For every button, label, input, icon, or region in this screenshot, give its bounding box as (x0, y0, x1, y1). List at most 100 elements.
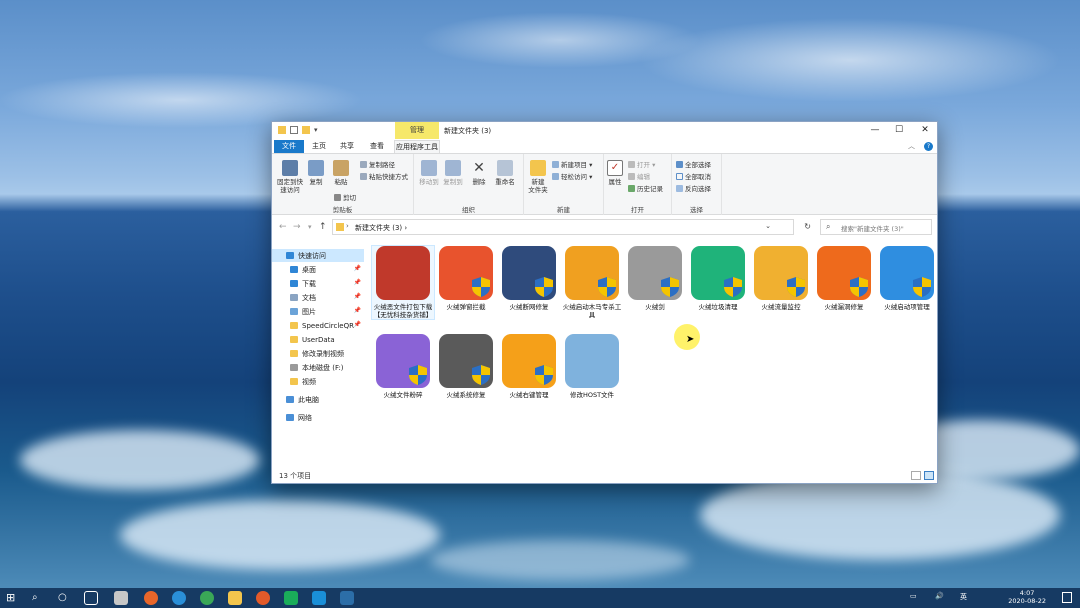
file-item[interactable]: 火绒右键管理 (498, 334, 560, 399)
pin-quick-access-button[interactable]: 固定到快 速访问 (275, 160, 305, 194)
task-view-icon[interactable] (84, 591, 98, 605)
maximize-button[interactable]: ☐ (886, 122, 912, 139)
file-item[interactable]: 火绒弹窗拦截 (435, 246, 497, 311)
input-language[interactable]: 英 (960, 592, 967, 602)
invert-icon (676, 184, 683, 192)
windows-start-icon[interactable]: ⊞ (6, 591, 20, 605)
up-arrow-icon[interactable]: ↑ (319, 222, 327, 232)
address-dropdown-icon[interactable]: ⌄ (765, 222, 771, 230)
properties-icon[interactable] (290, 126, 298, 134)
nav-item-videos[interactable]: 视频 (272, 375, 364, 388)
select-none-button[interactable]: 全部取消 (676, 171, 711, 181)
properties-label: 属性 (608, 178, 622, 186)
tab-file[interactable]: 文件 (274, 140, 304, 153)
wechat-icon[interactable] (284, 591, 298, 605)
nav-item-local-disk-f[interactable]: 本地磁盘 (F:) (272, 361, 364, 374)
search-icon: ⌕ (826, 222, 831, 231)
properties-button[interactable]: ✓ 属性 (606, 160, 624, 186)
select-all-icon (676, 160, 683, 168)
nav-item-documents[interactable]: 文档 📌 (272, 291, 364, 304)
edit-button[interactable]: 编辑 (628, 171, 650, 181)
large-icons-view-icon[interactable] (924, 471, 934, 480)
easy-access-icon (552, 172, 559, 180)
chevron-down-icon[interactable]: ▾ (314, 126, 318, 134)
address-bar[interactable]: › 新建文件夹 (3) › ⌄ ↻ (332, 219, 811, 235)
nav-item-speedcircleqr[interactable]: SpeedCircleQR 📌 (272, 319, 364, 332)
copy-icon (308, 160, 324, 176)
network-icon[interactable]: ▭ (910, 592, 917, 600)
easy-access-button[interactable]: 轻松访问 ▾ (552, 171, 592, 181)
cut-button[interactable]: 剪切 (334, 192, 356, 202)
history-button[interactable]: 历史记录 (628, 183, 663, 193)
chrome-icon[interactable] (200, 591, 214, 605)
nav-item-userdata[interactable]: UserData (272, 333, 364, 346)
file-label: 火绒断网修复 (509, 303, 549, 311)
chevron-up-icon[interactable]: ︿ (908, 141, 915, 151)
clock[interactable]: 4:07 2020-08-22 (1008, 589, 1046, 605)
notification-icon[interactable] (1062, 592, 1072, 603)
delete-button[interactable]: ✕ 删除 (469, 160, 489, 186)
paste-shortcut-button[interactable]: 粘贴快捷方式 (360, 171, 408, 181)
window-title: 新建文件夹 (3) (444, 127, 492, 135)
forward-arrow-icon[interactable]: → (293, 222, 301, 232)
file-item[interactable]: 火绒漏洞修复 (813, 246, 875, 311)
file-item[interactable]: 修改HOST文件 (561, 334, 623, 399)
paste-button[interactable]: 粘贴 (329, 160, 353, 186)
copy-to-button[interactable]: 复制到 (442, 160, 464, 186)
search-icon[interactable]: ⌕ (32, 591, 46, 605)
uac-shield-icon (723, 276, 743, 298)
back-arrow-icon[interactable]: ← (279, 222, 287, 232)
firefox-icon[interactable] (144, 591, 158, 605)
invert-selection-button[interactable]: 反向选择 (676, 183, 711, 193)
nav-item-pictures[interactable]: 图片 📌 (272, 305, 364, 318)
new-folder-icon (530, 160, 546, 176)
file-item[interactable]: 火绒启动项管理 (876, 246, 938, 311)
app-icon[interactable] (312, 591, 326, 605)
file-item[interactable]: 火绒流量监控 (750, 246, 812, 311)
move-to-button[interactable]: 移动到 (418, 160, 440, 186)
nav-item-this-pc[interactable]: 此电脑 (272, 393, 364, 406)
manage-context-tab[interactable]: 管理 (395, 122, 439, 139)
edge-icon[interactable] (172, 591, 186, 605)
search-input[interactable]: ⌕ 搜索"新建文件夹 (3)" (820, 219, 932, 235)
cortana-icon[interactable]: ○ (58, 591, 72, 605)
copy-path-button[interactable]: 复制路径 (360, 159, 395, 169)
details-view-icon[interactable] (911, 471, 921, 480)
file-item[interactable]: 火绒系统修复 (435, 334, 497, 399)
new-folder-button[interactable]: 新建 文件夹 (526, 160, 550, 194)
file-explorer-icon[interactable] (228, 591, 242, 605)
file-item[interactable]: 火绒恶文件打包下载【无忧科技杂货铺】 (371, 245, 435, 320)
app-icon[interactable] (256, 591, 270, 605)
new-item-button[interactable]: 新建项目 ▾ (552, 159, 592, 169)
tab-share[interactable]: 共享 (334, 140, 360, 153)
uac-shield-icon (597, 276, 617, 298)
help-icon[interactable]: ? (924, 142, 933, 151)
refresh-icon[interactable]: ↻ (804, 222, 811, 231)
file-item[interactable]: 火绒文件粉碎 (372, 334, 434, 399)
file-item[interactable]: 火绒启动木马专杀工具 (561, 246, 623, 319)
nav-item-recorded-video[interactable]: 修改录制视频 (272, 347, 364, 360)
file-item[interactable]: 火绒垃圾清理 (687, 246, 749, 311)
nav-item-downloads[interactable]: 下载 📌 (272, 277, 364, 290)
open-button[interactable]: 打开 ▾ (628, 159, 655, 169)
tab-app-tools[interactable]: 应用程序工具 (394, 140, 440, 153)
rename-button[interactable]: 重命名 (492, 160, 518, 186)
nav-item-quick-access[interactable]: 快速访问 (272, 249, 364, 262)
tab-home[interactable]: 主页 (306, 140, 332, 153)
minimize-button[interactable]: — (862, 122, 888, 139)
tab-view[interactable]: 查看 (364, 140, 390, 153)
new-folder-icon[interactable] (302, 126, 310, 134)
app-icon[interactable] (114, 591, 128, 605)
folder-icon[interactable] (278, 126, 286, 134)
copy-button[interactable]: 复制 (307, 160, 325, 186)
recent-chevron-icon[interactable]: ▾ (308, 223, 312, 231)
breadcrumb[interactable]: 新建文件夹 (3) › (355, 223, 407, 233)
app-icon[interactable] (340, 591, 354, 605)
nav-item-desktop[interactable]: 桌面 📌 (272, 263, 364, 276)
select-all-button[interactable]: 全部选择 (676, 159, 711, 169)
file-item[interactable]: 火绒断网修复 (498, 246, 560, 311)
volume-icon[interactable]: 🔊 (935, 592, 944, 600)
close-button[interactable]: ✕ (912, 122, 938, 139)
file-item[interactable]: 火绒剑 (624, 246, 686, 311)
nav-item-network[interactable]: 网络 (272, 411, 364, 424)
